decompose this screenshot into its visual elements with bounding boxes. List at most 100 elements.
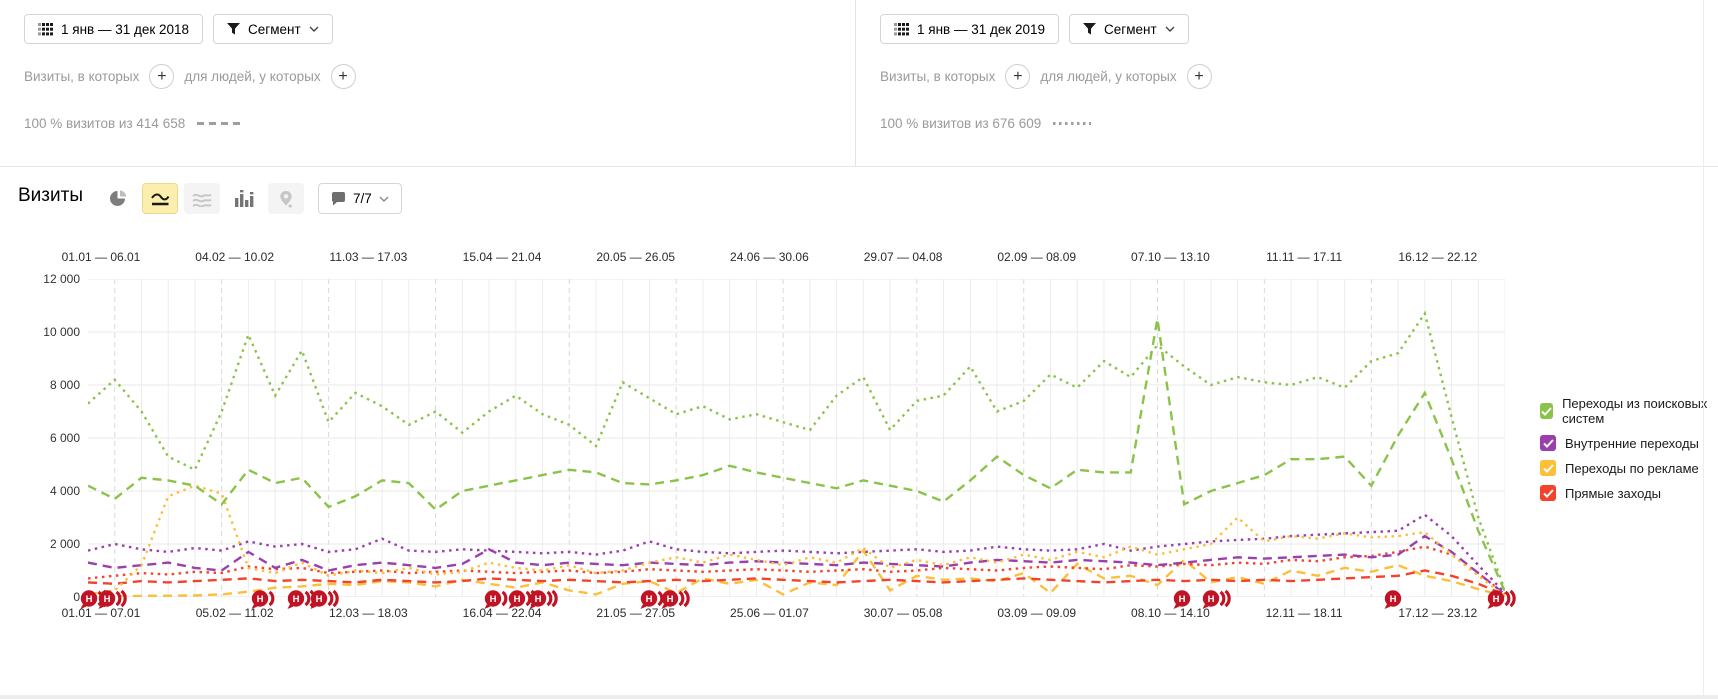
annotations-counter-button[interactable]: 7/7 [318,183,402,214]
legend-checkbox[interactable] [1540,460,1556,476]
calendar-grid-icon [894,23,909,36]
legend-item[interactable]: Внутренние переходы [1540,435,1718,451]
legend-checkbox[interactable] [1540,403,1553,419]
svg-text:Н: Н [315,594,322,605]
filter-people-label: для людей, у которых [1040,69,1176,84]
funnel-icon [1083,23,1096,35]
y-tick-label: 0 [22,590,80,604]
y-tick-label: 8 000 [22,378,80,392]
line-chart-icon[interactable] [142,183,178,214]
svg-text:Н: Н [667,594,674,605]
svg-text:Н: Н [1208,594,1215,605]
bottom-edge [0,695,1718,699]
y-tick-label: 10 000 [22,325,80,339]
legend-label: Внутренние переходы [1565,436,1699,451]
y-tick-label: 12 000 [22,272,80,286]
chart-title: Визиты [18,185,83,207]
chevron-down-icon [379,196,389,202]
segment-label: Сегмент [248,22,301,37]
x-tick-label: 12.11 — 18.11 [1266,606,1343,620]
legend-item[interactable]: Переходы из поисковых систем [1540,396,1718,426]
right-edge [1703,0,1704,699]
add-people-condition-button[interactable]: + [331,64,356,89]
header-divider [0,166,1718,167]
x-tick-label: 04.02 — 10.02 [195,250,274,264]
legend-item[interactable]: Переходы по рекламе [1540,460,1718,476]
add-visit-condition-button[interactable]: + [149,64,174,89]
x-tick-label: 11.03 — 17.03 [329,250,407,264]
segment-button-2018[interactable]: Сегмент [213,14,333,44]
visits-line-chart[interactable] [88,279,1505,597]
date-range-button-2019[interactable]: 1 янв — 31 дек 2019 [880,14,1059,44]
x-tick-label: 25.06 — 01.07 [730,606,809,620]
svg-text:Н: Н [104,594,111,605]
filter-visits-label: Визиты, в которых [24,69,139,84]
chart-legend: Переходы из поисковых систем Внутренние п… [1540,396,1718,501]
chevron-down-icon [1165,26,1175,32]
annotation-marker[interactable]: Н [660,588,692,612]
speech-bubble-icon [331,192,346,206]
x-tick-label: 12.03 — 18.03 [329,606,408,620]
segment-panel-2018: 1 янв — 31 дек 2018 Сегмент Визиты, в ко… [0,0,855,166]
x-tick-label: 24.06 — 30.06 [730,250,809,264]
annotation-marker[interactable]: Н [1383,588,1415,612]
annotation-marker[interactable]: Н [97,588,129,612]
stacked-area-chart-icon[interactable] [184,183,220,214]
series-dotted-line [88,313,1505,590]
x-tick-label: 16.12 — 22.12 [1398,250,1477,264]
dashed-line-sample [197,122,241,125]
filter-people-label: для людей, у которых [184,69,320,84]
pie-chart-icon[interactable] [100,183,136,214]
funnel-icon [227,23,240,35]
column-chart-icon[interactable] [226,183,262,214]
x-tick-label: 30.07 — 05.08 [864,606,943,620]
y-tick-label: 4 000 [22,484,80,498]
svg-text:Н: Н [1178,594,1185,605]
y-tick-label: 6 000 [22,431,80,445]
date-range-label: 1 янв — 31 дек 2018 [61,22,189,37]
segment-label: Сегмент [1104,22,1157,37]
svg-text:Н: Н [535,594,542,605]
calendar-grid-icon [38,23,53,36]
annotation-marker[interactable]: Н [528,588,560,612]
x-tick-label: 02.09 — 08.09 [997,250,1076,264]
metrica-comparison-page: 1 янв — 31 дек 2018 Сегмент Визиты, в ко… [0,0,1718,699]
legend-label: Прямые заходы [1565,486,1661,501]
legend-item[interactable]: Прямые заходы [1540,485,1718,501]
chart-type-toolbar: 7/7 [100,183,402,214]
filter-visits-label: Визиты, в которых [880,69,995,84]
x-tick-label: 11.11 — 17.11 [1266,250,1342,264]
svg-text:Н: Н [489,594,496,605]
legend-checkbox[interactable] [1540,485,1556,501]
svg-text:Н: Н [1389,594,1396,605]
add-people-condition-button[interactable]: + [1187,64,1212,89]
chevron-down-icon [309,26,319,32]
add-visit-condition-button[interactable]: + [1005,64,1030,89]
x-tick-label: 07.10 — 13.10 [1131,250,1210,264]
y-tick-label: 2 000 [22,537,80,551]
x-tick-label: 01.01 — 06.01 [62,250,141,264]
annotation-marker[interactable]: Н [250,588,282,612]
date-range-button-2018[interactable]: 1 янв — 31 дек 2018 [24,14,203,44]
dotted-line-sample [1053,122,1091,125]
annotations-counter-label: 7/7 [353,191,372,206]
annotation-marker[interactable]: Н [309,588,341,612]
visits-total-label: 100 % визитов из 676 609 [880,116,1041,131]
annotation-marker[interactable]: Н [1201,588,1233,612]
legend-label: Переходы из поисковых систем [1562,396,1718,426]
annotation-marker[interactable]: Н [1486,588,1518,612]
annotation-marker[interactable]: Н [1172,588,1204,612]
segment-button-2019[interactable]: Сегмент [1069,14,1189,44]
map-pin-icon[interactable] [268,183,304,214]
legend-checkbox[interactable] [1540,435,1556,451]
legend-label: Переходы по рекламе [1565,461,1699,476]
x-tick-label: 15.04 — 21.04 [463,250,542,264]
x-tick-label: 29.07 — 04.08 [864,250,943,264]
svg-text:Н: Н [257,594,264,605]
x-tick-label: 20.05 — 26.05 [596,250,675,264]
visits-total-label: 100 % визитов из 414 658 [24,116,185,131]
svg-text:Н: Н [645,594,652,605]
x-tick-label: 03.09 — 09.09 [997,606,1076,620]
segment-panel-2019: 1 янв — 31 дек 2019 Сегмент Визиты, в ко… [855,0,1704,166]
date-range-label: 1 янв — 31 дек 2019 [917,22,1045,37]
